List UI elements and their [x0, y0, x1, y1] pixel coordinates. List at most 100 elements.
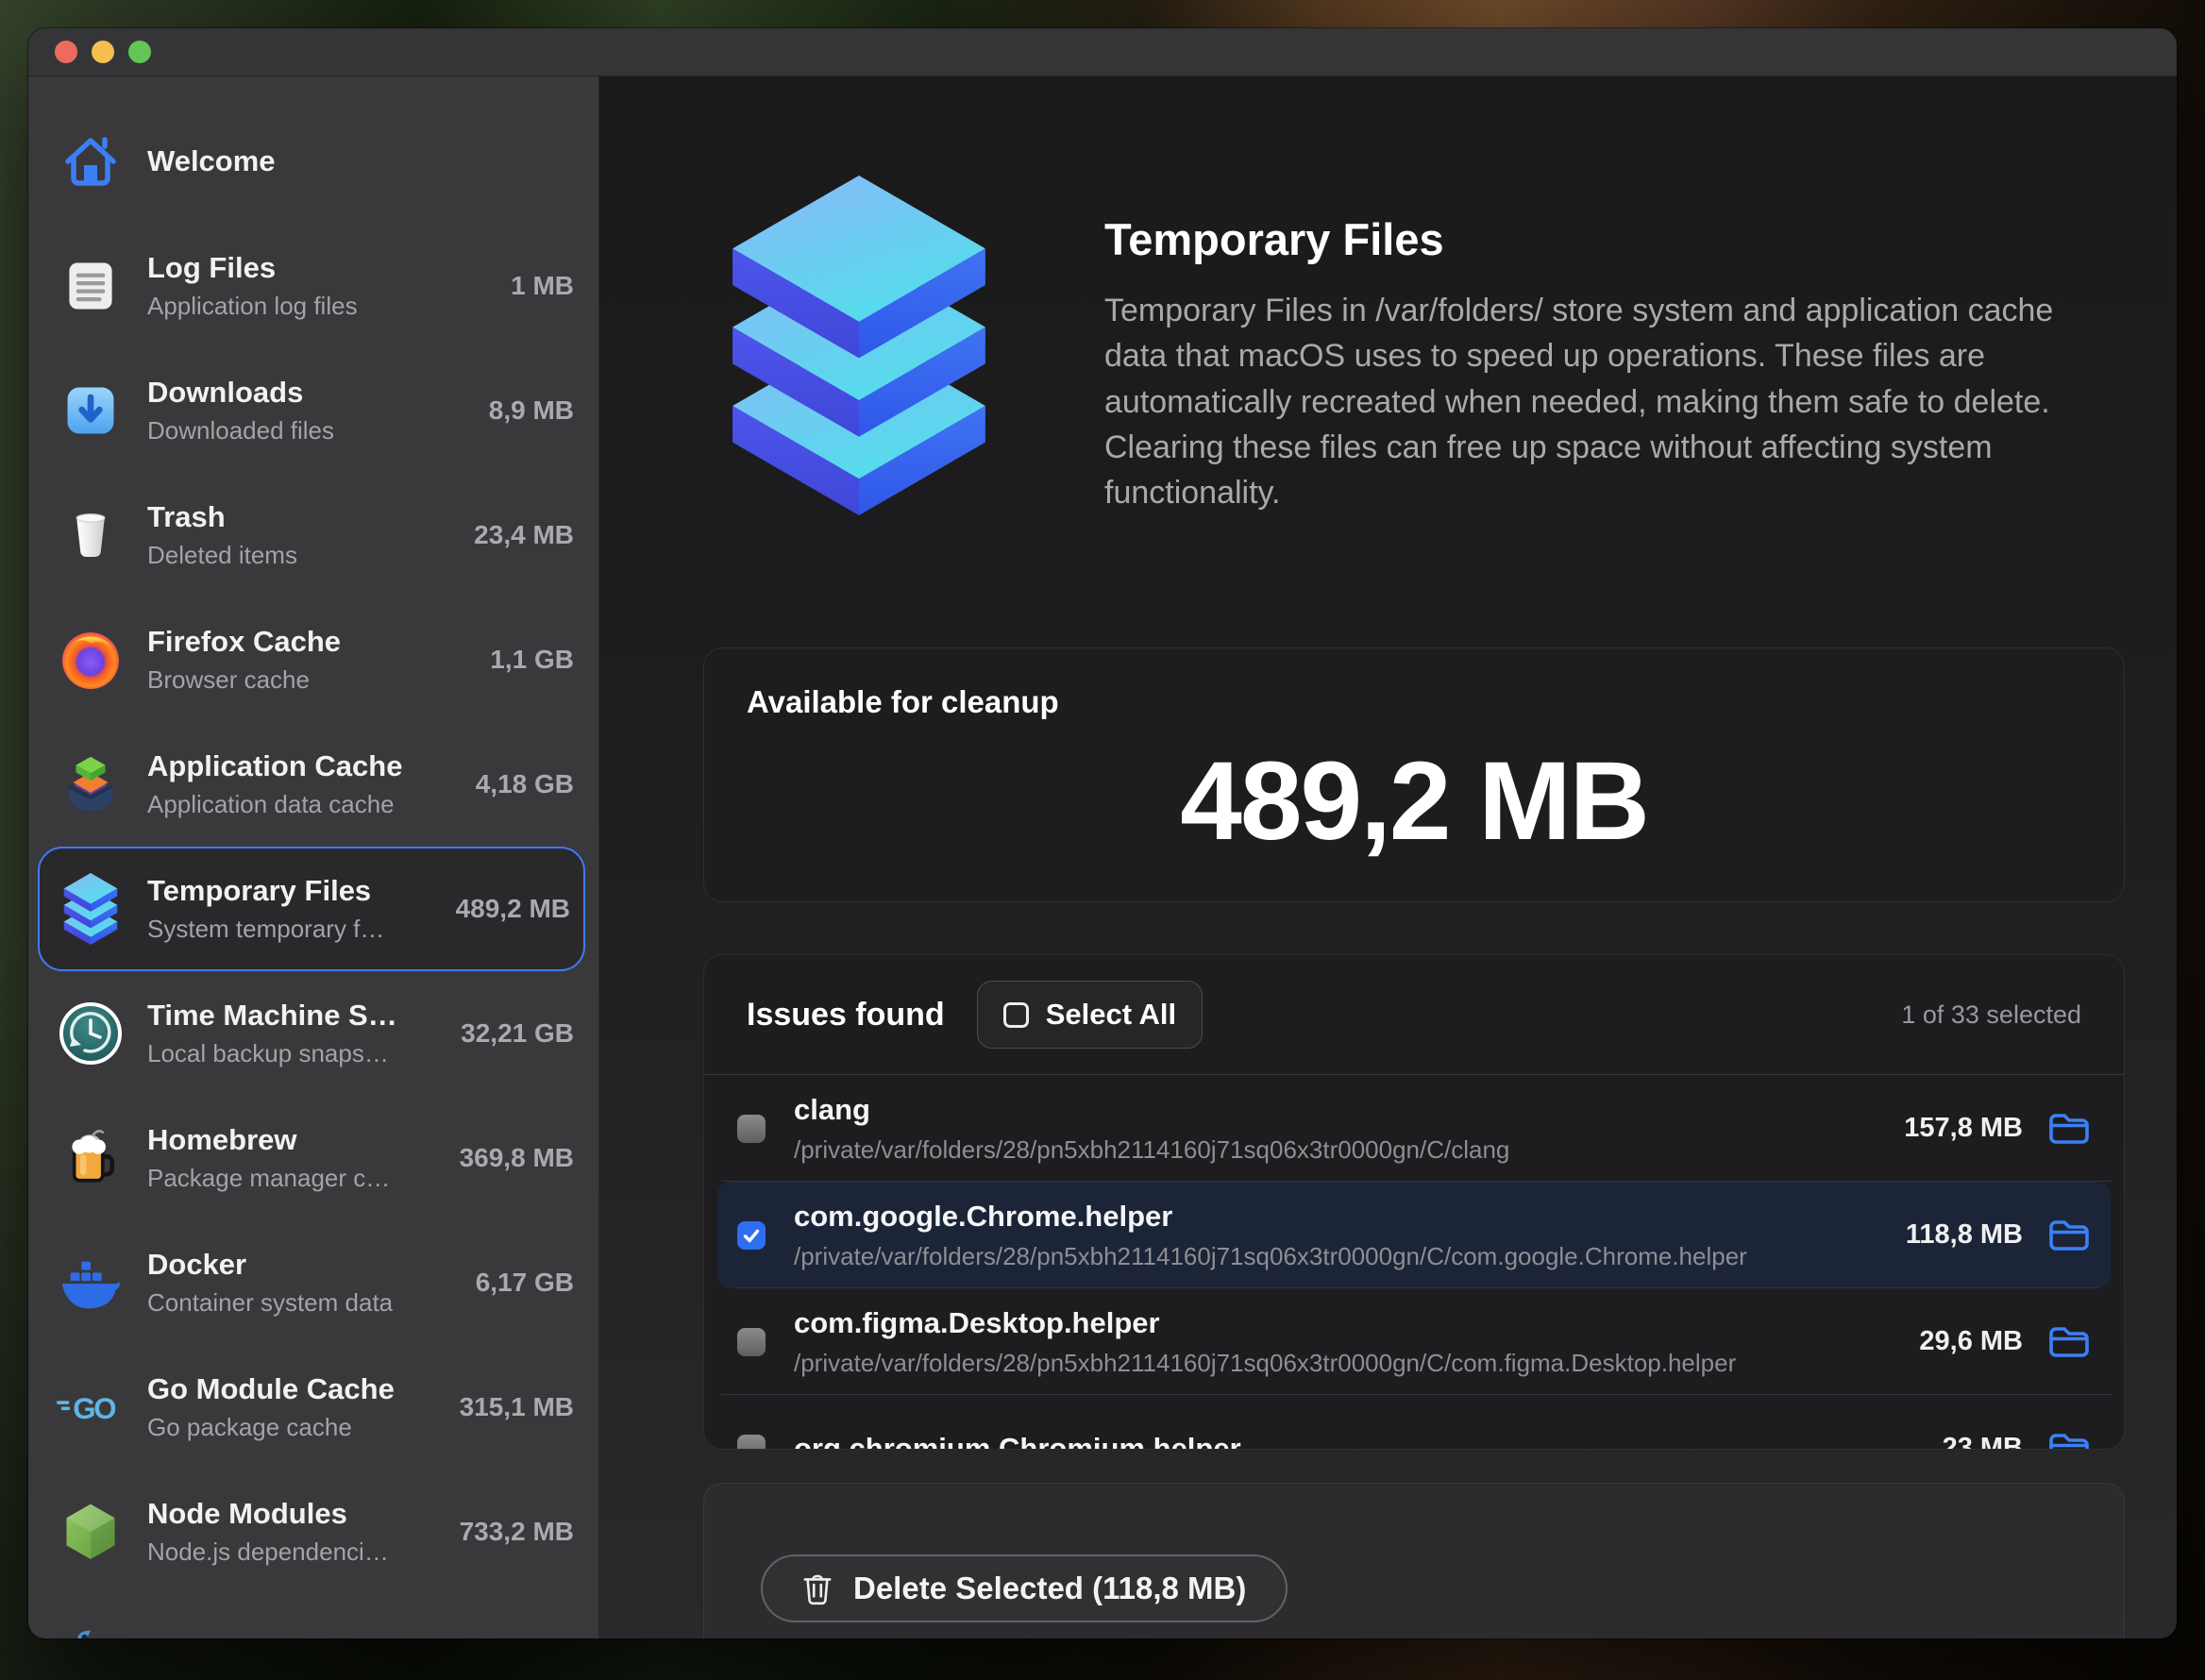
sidebar-item-firefox-cache[interactable]: Firefox Cache Browser cache 1,1 GB — [28, 597, 598, 722]
sidebar-item-sublabel: Go package cache — [147, 1413, 395, 1442]
sidebar-item-trash[interactable]: Trash Deleted items 23,4 MB — [28, 473, 598, 597]
issue-name: com.google.Chrome.helper — [794, 1200, 1887, 1234]
issue-row[interactable]: com.figma.Desktop.helper /private/var/fo… — [704, 1288, 2124, 1395]
sidebar-nav: Welcome Log Files Application log files … — [28, 76, 599, 1638]
sidebar-item-docker[interactable]: Docker Container system data 6,17 GB — [28, 1220, 598, 1345]
trash-icon — [57, 499, 125, 571]
sidebar-item-label: Trash — [147, 500, 297, 534]
hero-section: Temporary Files Temporary Files in /var/… — [703, 76, 2125, 515]
sidebar-item-welcome[interactable]: Welcome — [28, 99, 598, 224]
page-title: Temporary Files — [1104, 213, 2119, 265]
node-icon — [57, 1496, 125, 1568]
sidebar-item-text: Welcome — [147, 144, 276, 178]
issue-row[interactable]: clang /private/var/folders/28/pn5xbh2114… — [704, 1075, 2124, 1182]
document-icon — [57, 250, 125, 322]
sidebar-item-label: Welcome — [147, 144, 276, 178]
issues-title: Issues found — [747, 997, 945, 1033]
issue-row-text: clang /private/var/folders/28/pn5xbh2114… — [794, 1093, 1885, 1165]
sidebar-item-text: Downloads Downloaded files — [147, 376, 334, 445]
sidebar-item-label: Homebrew — [147, 1123, 390, 1157]
sidebar-item-sublabel: Browser cache — [147, 665, 341, 695]
delete-selected-button[interactable]: Delete Selected (118,8 MB) — [761, 1554, 1288, 1622]
sidebar-item-text: Node Modules Node.js dependenci… — [147, 1497, 389, 1567]
layers-icon — [703, 176, 1015, 515]
folder-icon — [2047, 1217, 2091, 1254]
sidebar-item-size: 8,9 MB — [470, 395, 574, 426]
issue-path: /private/var/folders/28/pn5xbh2114160j71… — [794, 1242, 1887, 1271]
app-window: Welcome Log Files Application log files … — [28, 28, 2177, 1638]
checkbox-unchecked-icon[interactable] — [737, 1435, 766, 1451]
sidebar-item-text: Log Files Application log files — [147, 251, 358, 321]
traffic-light-minimize-button[interactable] — [92, 41, 114, 63]
trash-icon — [802, 1571, 833, 1605]
sidebar-item-size: 369,8 MB — [441, 1143, 574, 1173]
sidebar-item-log-files[interactable]: Log Files Application log files 1 MB — [28, 224, 598, 348]
sidebar-item-label: Log Files — [147, 251, 358, 285]
sidebar-item-text: Docker Container system data — [147, 1248, 393, 1318]
folder-icon — [2047, 1110, 2091, 1148]
issue-size: 23 MB — [1943, 1433, 2023, 1450]
sidebar-item-text: Homebrew Package manager c… — [147, 1123, 390, 1193]
app-cache-icon — [57, 748, 125, 820]
sidebar-item-homebrew[interactable]: Homebrew Package manager c… 369,8 MB — [28, 1096, 598, 1220]
sidebar-item-size: 4,18 GB — [457, 769, 574, 799]
sidebar-item-python-partial[interactable]: Python E… — [28, 1594, 598, 1638]
sidebar-item-temporary-files[interactable]: Temporary Files System temporary f… 489,… — [38, 847, 585, 971]
sidebar-item-sublabel: Local backup snaps… — [147, 1039, 397, 1068]
checkbox-checked-icon[interactable] — [737, 1221, 766, 1250]
open-folder-button[interactable] — [2047, 1430, 2091, 1451]
sidebar-item-sublabel: Container system data — [147, 1288, 393, 1318]
issue-row[interactable]: org.chromium.Chromium.helper 23 MB — [704, 1395, 2124, 1450]
issue-row[interactable]: com.google.Chrome.helper /private/var/fo… — [717, 1182, 2111, 1288]
issue-row-text: org.chromium.Chromium.helper — [794, 1432, 1924, 1451]
sidebar-item-application-cache[interactable]: Application Cache Application data cache… — [28, 722, 598, 847]
checkbox-unchecked-icon — [1003, 1002, 1029, 1028]
layers-icon — [57, 873, 125, 945]
sidebar-item-size: 315,1 MB — [441, 1392, 574, 1422]
select-all-button[interactable]: Select All — [977, 981, 1203, 1049]
traffic-light-close-button[interactable] — [55, 41, 77, 63]
sidebar-item-size: 32,21 GB — [442, 1018, 574, 1049]
checkbox-unchecked-icon[interactable] — [737, 1115, 766, 1143]
sidebar-item-size: 489,2 MB — [437, 894, 570, 924]
cleanup-card-label: Available for cleanup — [747, 684, 2081, 720]
issue-size: 29,6 MB — [1919, 1326, 2023, 1357]
svg-text:GO: GO — [73, 1392, 116, 1425]
sidebar-item-node-modules[interactable]: Node Modules Node.js dependenci… 733,2 M… — [28, 1470, 598, 1594]
issue-name: com.figma.Desktop.helper — [794, 1306, 1900, 1340]
select-all-label: Select All — [1046, 998, 1176, 1032]
sidebar-item-go-module-cache[interactable]: GO Go Module Cache Go package cache 315,… — [28, 1345, 598, 1470]
open-folder-button[interactable] — [2047, 1217, 2091, 1254]
sidebar-item-text: Trash Deleted items — [147, 500, 297, 570]
issues-list: clang /private/var/folders/28/pn5xbh2114… — [704, 1075, 2124, 1450]
titlebar — [28, 28, 2177, 76]
desktop: { "window": { "traffic_lights": ["close"… — [0, 0, 2205, 1680]
sidebar-item-label: Firefox Cache — [147, 625, 341, 659]
sidebar-item-label: Node Modules — [147, 1497, 389, 1531]
traffic-light-zoom-button[interactable] — [128, 41, 151, 63]
sidebar-item-sublabel: Application log files — [147, 292, 358, 321]
sidebar-item-text: Firefox Cache Browser cache — [147, 625, 341, 695]
sidebar-item-time-machine[interactable]: Time Machine S… Local backup snaps… 32,2… — [28, 971, 598, 1096]
sidebar-item-text: Temporary Files System temporary f… — [147, 874, 384, 944]
open-folder-button[interactable] — [2047, 1110, 2091, 1148]
issue-path: /private/var/folders/28/pn5xbh2114160j71… — [794, 1349, 1900, 1378]
folder-icon — [2047, 1323, 2091, 1361]
sidebar-item-label: Go Module Cache — [147, 1372, 395, 1406]
checkbox-unchecked-icon[interactable] — [737, 1328, 766, 1356]
issue-name: org.chromium.Chromium.helper — [794, 1432, 1924, 1451]
sidebar-item-downloads[interactable]: Downloads Downloaded files 8,9 MB — [28, 348, 598, 473]
sidebar-item-label: Temporary Files — [147, 874, 384, 908]
sidebar-item-label: Time Machine S… — [147, 999, 397, 1033]
cleanup-summary-card: Available for cleanup 489,2 MB — [703, 647, 2125, 902]
sidebar-item-size: 1 MB — [492, 271, 574, 301]
open-folder-button[interactable] — [2047, 1323, 2091, 1361]
sidebar-item-size: 1,1 GB — [471, 645, 574, 675]
sidebar-item-size: 733,2 MB — [441, 1517, 574, 1547]
selection-status: 1 of 33 selected — [1901, 1000, 2081, 1030]
beer-mug-icon — [57, 1122, 125, 1194]
sidebar-item-sublabel: Downloaded files — [147, 416, 334, 445]
issue-path: /private/var/folders/28/pn5xbh2114160j71… — [794, 1135, 1885, 1165]
issues-card: Issues found Select All 1 of 33 selected… — [703, 954, 2125, 1450]
sidebar-item-text: Time Machine S… Local backup snaps… — [147, 999, 397, 1068]
